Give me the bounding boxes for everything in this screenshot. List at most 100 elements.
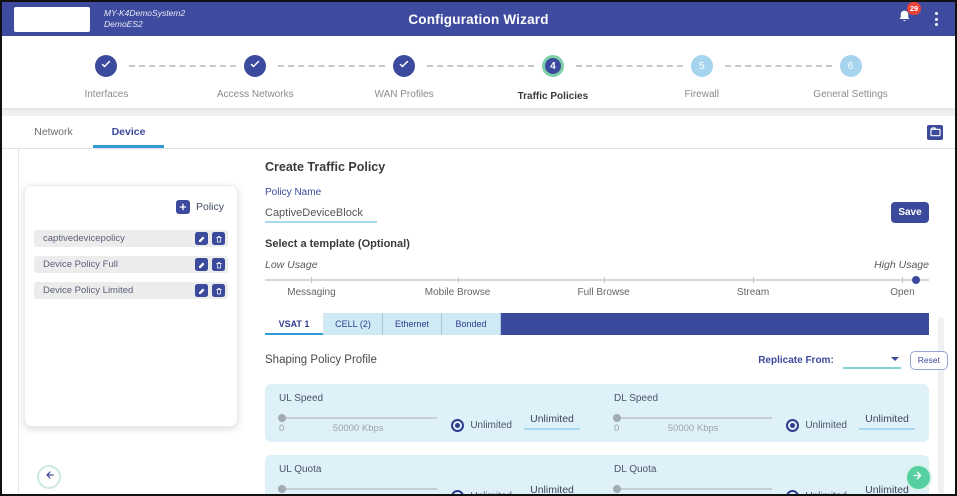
step-active-circle: 4 bbox=[542, 55, 564, 77]
view-tabs: Network Device bbox=[2, 116, 955, 149]
unlimited-label: Unlimited bbox=[805, 491, 847, 494]
dl-quota-value-input[interactable] bbox=[859, 484, 915, 494]
ul-quota-slider[interactable]: 0 2000 MB bbox=[279, 488, 437, 494]
replicate-from-label: Replicate From: bbox=[758, 355, 834, 366]
stop-stream[interactable]: Stream bbox=[737, 287, 769, 298]
chevron-down-icon bbox=[891, 357, 899, 365]
policy-name: Device Policy Full bbox=[43, 259, 191, 270]
quota-card: UL Quota 0 2000 MB Unl bbox=[265, 455, 929, 494]
unlimited-label: Unlimited bbox=[805, 420, 847, 431]
back-button[interactable] bbox=[37, 465, 61, 489]
step-label: General Settings bbox=[813, 89, 888, 100]
ul-speed-unlimited-radio[interactable]: Unlimited bbox=[451, 419, 512, 432]
low-usage-label: Low Usage bbox=[265, 259, 318, 271]
template-slider[interactable] bbox=[265, 275, 929, 285]
delete-policy-button[interactable] bbox=[212, 284, 225, 297]
step-upcoming-circle: 5 bbox=[691, 55, 713, 77]
ul-speed-slider[interactable]: 0 50000 Kbps bbox=[279, 417, 437, 434]
next-button[interactable] bbox=[905, 464, 932, 491]
ul-quota-label: UL Quota bbox=[279, 464, 580, 475]
tab-bonded[interactable]: Bonded bbox=[442, 313, 501, 335]
wan-tab-bar: VSAT 1 CELL (2) Ethernet Bonded bbox=[265, 313, 929, 335]
tab-vsat-1[interactable]: VSAT 1 bbox=[265, 313, 324, 335]
trash-icon bbox=[215, 230, 223, 248]
step-traffic-policies[interactable]: 4 Traffic Policies bbox=[478, 51, 627, 108]
speed-card: UL Speed 0 50000 Kbps bbox=[265, 384, 929, 442]
check-icon bbox=[398, 57, 410, 75]
radio-selected-icon bbox=[451, 419, 464, 432]
slider-thumb[interactable] bbox=[613, 414, 621, 422]
dl-quota-unlimited-radio[interactable]: Unlimited bbox=[786, 490, 847, 494]
step-done-circle bbox=[95, 55, 117, 77]
expand-panel-button[interactable] bbox=[927, 125, 943, 140]
section-divider bbox=[2, 108, 955, 116]
create-policy-form: Create Traffic Policy Policy Name Save S… bbox=[265, 149, 929, 494]
tab-network[interactable]: Network bbox=[16, 116, 91, 148]
slider-track[interactable] bbox=[265, 279, 929, 281]
policy-name-input[interactable] bbox=[265, 205, 377, 223]
edit-policy-button[interactable] bbox=[195, 232, 208, 245]
dl-quota-label: DL Quota bbox=[614, 464, 915, 475]
vertical-scrollbar[interactable] bbox=[938, 317, 944, 494]
slider-tick bbox=[458, 277, 459, 283]
kebab-menu-icon[interactable] bbox=[930, 9, 943, 29]
form-title: Create Traffic Policy bbox=[265, 160, 929, 174]
replicate-from-dropdown[interactable] bbox=[843, 352, 901, 369]
policy-list-panel: Policy captivedevicepolicy Device Policy… bbox=[24, 185, 238, 427]
dl-quota-slider[interactable]: 0 5000 MB bbox=[614, 488, 772, 494]
slider-thumb[interactable] bbox=[613, 485, 621, 493]
tab-device[interactable]: Device bbox=[91, 116, 166, 148]
trash-icon bbox=[215, 282, 223, 300]
app-header: MY-K4DemoSystem2 DemoES2 Configuration W… bbox=[2, 2, 955, 36]
radio-selected-icon bbox=[786, 490, 799, 494]
pencil-icon bbox=[198, 230, 206, 248]
notifications-button[interactable]: 29 bbox=[897, 9, 912, 29]
wizard-stepper: Interfaces Access Networks WAN Profiles … bbox=[2, 36, 955, 108]
stop-messaging[interactable]: Messaging bbox=[287, 287, 335, 298]
step-interfaces[interactable]: Interfaces bbox=[32, 51, 181, 108]
dl-speed-value-input[interactable] bbox=[859, 413, 915, 430]
check-icon bbox=[100, 57, 112, 75]
stop-open[interactable]: Open bbox=[890, 287, 914, 298]
add-policy-button[interactable]: Policy bbox=[34, 200, 224, 214]
dl-speed-unlimited-radio[interactable]: Unlimited bbox=[786, 419, 847, 432]
step-access-networks[interactable]: Access Networks bbox=[181, 51, 330, 108]
policy-name: captivedevicepolicy bbox=[43, 233, 191, 244]
step-general-settings[interactable]: 6 General Settings bbox=[776, 51, 925, 108]
ul-speed-value-input[interactable] bbox=[524, 413, 580, 430]
delete-policy-button[interactable] bbox=[212, 258, 225, 271]
notification-badge: 29 bbox=[907, 2, 921, 15]
slider-tick bbox=[311, 277, 312, 283]
edit-policy-button[interactable] bbox=[195, 258, 208, 271]
step-firewall[interactable]: 5 Firewall bbox=[627, 51, 776, 108]
stop-full-browse[interactable]: Full Browse bbox=[578, 287, 630, 298]
system-info: MY-K4DemoSystem2 DemoES2 bbox=[104, 8, 185, 30]
policy-name: Device Policy Limited bbox=[43, 285, 191, 296]
slider-tick bbox=[753, 277, 754, 283]
step-wan-profiles[interactable]: WAN Profiles bbox=[330, 51, 479, 108]
save-button[interactable]: Save bbox=[891, 202, 929, 223]
policy-list-item[interactable]: captivedevicepolicy bbox=[34, 230, 228, 247]
arrow-right-icon bbox=[912, 469, 925, 487]
slider-thumb[interactable] bbox=[278, 414, 286, 422]
delete-policy-button[interactable] bbox=[212, 232, 225, 245]
ul-quota-field: UL Quota 0 2000 MB Unl bbox=[279, 464, 580, 494]
ul-quota-unlimited-radio[interactable]: Unlimited bbox=[451, 490, 512, 494]
policy-list-item[interactable]: Device Policy Limited bbox=[34, 282, 228, 299]
shaping-profile-title: Shaping Policy Profile bbox=[265, 354, 377, 366]
ul-speed-label: UL Speed bbox=[279, 393, 580, 404]
tab-cell[interactable]: CELL (2) bbox=[324, 313, 383, 335]
pencil-icon bbox=[198, 256, 206, 274]
dl-speed-slider[interactable]: 0 50000 Kbps bbox=[614, 417, 772, 434]
slider-max: 50000 Kbps bbox=[668, 423, 719, 434]
tab-ethernet[interactable]: Ethernet bbox=[383, 313, 442, 335]
ul-quota-value-input[interactable] bbox=[524, 484, 580, 494]
policy-list-item[interactable]: Device Policy Full bbox=[34, 256, 228, 273]
stop-mobile-browse[interactable]: Mobile Browse bbox=[425, 287, 491, 298]
slider-thumb[interactable] bbox=[912, 276, 920, 284]
slider-thumb[interactable] bbox=[278, 485, 286, 493]
unlimited-label: Unlimited bbox=[470, 420, 512, 431]
reset-button[interactable]: Reset bbox=[910, 351, 948, 370]
edit-policy-button[interactable] bbox=[195, 284, 208, 297]
step-label: Firewall bbox=[685, 89, 719, 100]
